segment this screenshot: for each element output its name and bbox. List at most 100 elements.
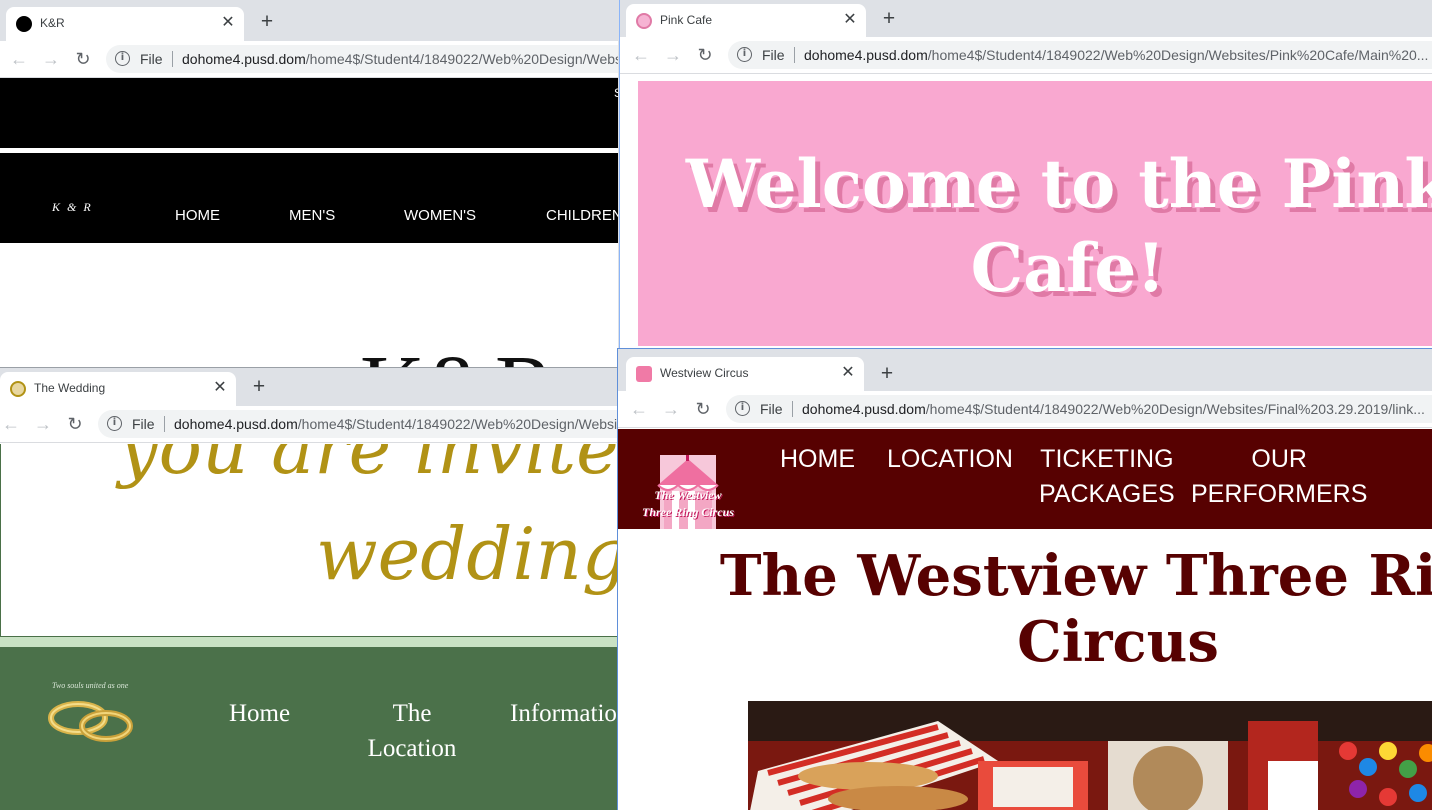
close-icon[interactable]: ✕ xyxy=(838,363,858,383)
info-icon[interactable]: i xyxy=(107,416,122,431)
file-label: File xyxy=(760,401,783,417)
address-bar[interactable]: i File dohome4.pusd.dom/home4$/Student4/… xyxy=(106,45,618,73)
url-path: /home4$/Student4/1849022/Web%20Design/We… xyxy=(927,47,1429,63)
nav-ticketing-line-1: TICKETING xyxy=(1040,445,1174,473)
back-arrow-icon[interactable]: ← xyxy=(0,413,22,435)
close-icon[interactable]: ✕ xyxy=(840,10,860,30)
forward-arrow-icon[interactable]: → xyxy=(662,44,684,66)
forward-arrow-icon[interactable]: → xyxy=(40,48,62,70)
title-line-1: The Westview Three Ring xyxy=(719,543,1432,609)
kr-favicon-icon xyxy=(16,16,32,32)
page-content: The Westview Three Ring Circus HOME LOCA… xyxy=(618,429,1432,810)
nav-mens[interactable]: MEN'S xyxy=(289,207,335,224)
divider xyxy=(794,47,795,63)
headline-line-1: you are invited xyxy=(118,444,618,490)
cupcake-favicon-icon xyxy=(636,13,652,29)
address-bar[interactable]: i File dohome4.pusd.dom/home4$/Student4/… xyxy=(98,410,618,438)
url-host: dohome4.pusd.dom xyxy=(802,401,926,417)
tab-westview-circus[interactable]: Westview Circus ✕ xyxy=(626,357,864,391)
info-icon[interactable]: i xyxy=(737,47,752,62)
tab-title: Pink Cafe xyxy=(660,13,713,27)
tab-strip: The Wedding ✕ + xyxy=(0,368,618,406)
nav-ticketing-packages[interactable]: TICKETING PACKAGES xyxy=(1039,442,1175,512)
nav-location[interactable]: LOCATION xyxy=(887,442,1013,477)
tab-kr[interactable]: K&R ✕ xyxy=(6,7,244,41)
info-icon[interactable]: i xyxy=(115,51,130,66)
nav-home[interactable]: HOME xyxy=(780,442,855,477)
logo-line-1: The Westview xyxy=(654,488,722,502)
forward-arrow-icon[interactable]: → xyxy=(32,413,54,435)
url-path: /home4$/Student4/1849022/Web%20Design/We… xyxy=(305,51,618,67)
circus-food-photo xyxy=(748,701,1432,810)
tab-strip: K&R ✕ + xyxy=(0,0,618,41)
plus-icon[interactable]: + xyxy=(256,11,278,33)
top-banner xyxy=(0,78,618,148)
close-icon[interactable]: ✕ xyxy=(210,378,230,398)
divider xyxy=(172,51,173,67)
divider-band xyxy=(0,637,618,647)
logo-text: The Westview Three Ring Circus xyxy=(636,487,740,521)
url-path: /home4$/Student4/1849022/Web%20Design/We… xyxy=(925,401,1425,417)
tab-title: Westview Circus xyxy=(660,366,749,380)
nav-bar xyxy=(0,153,618,243)
url-path: /home4$/Student4/1849022/Web%20Design/We… xyxy=(297,416,618,432)
file-label: File xyxy=(132,416,155,432)
nav-home[interactable]: Home xyxy=(229,696,290,731)
page-content: you are invited wedding! Two souls unite… xyxy=(0,444,618,810)
hero-line-1: Welcome to the Pink xyxy=(685,145,1432,223)
wedding-browser-window: The Wedding ✕ + ← → ↻ i File dohome4.pus… xyxy=(0,367,618,810)
url-host: dohome4.pusd.dom xyxy=(182,51,306,67)
nav-information[interactable]: Information xyxy=(510,696,618,731)
plus-icon[interactable]: + xyxy=(876,363,898,385)
back-arrow-icon[interactable]: ← xyxy=(8,48,30,70)
tab-strip: Westview Circus ✕ + xyxy=(618,349,1432,391)
title-line-2: Circus xyxy=(1017,609,1219,675)
tent-favicon-icon xyxy=(636,366,652,382)
hero-line-2: Cafe! xyxy=(970,229,1166,307)
forward-arrow-icon[interactable]: → xyxy=(660,398,682,420)
toolbar: ← → ↻ i File dohome4.pusd.dom/home4$/Stu… xyxy=(0,406,618,443)
close-icon[interactable]: ✕ xyxy=(218,13,238,33)
plus-icon[interactable]: + xyxy=(248,376,270,398)
divider xyxy=(164,416,165,432)
nav-performers-line-2: PERFORMERS xyxy=(1191,480,1368,508)
nav-our-performers[interactable]: OUR PERFORMERS xyxy=(1191,442,1367,512)
reload-icon[interactable]: ↻ xyxy=(72,48,94,70)
hero-heading: K&R xyxy=(360,336,555,367)
nav-home[interactable]: HOME xyxy=(175,207,220,224)
page-content: S K & R HOME MEN'S WOMEN'S CHILDREN K&R xyxy=(0,78,618,367)
divider xyxy=(792,401,793,417)
back-arrow-icon[interactable]: ← xyxy=(630,44,652,66)
wedding-rings-logo-icon[interactable] xyxy=(44,692,154,750)
file-label: File xyxy=(762,47,785,63)
reload-icon[interactable]: ↻ xyxy=(692,398,714,420)
reload-icon[interactable]: ↻ xyxy=(64,413,86,435)
plus-icon[interactable]: + xyxy=(878,8,900,30)
info-icon[interactable]: i xyxy=(735,401,750,416)
address-bar[interactable]: i File dohome4.pusd.dom/home4$/Student4/… xyxy=(726,395,1432,423)
url-text: dohome4.pusd.dom/home4$/Student4/1849022… xyxy=(182,51,618,67)
page-content: Welcome to the Pink Cafe! xyxy=(620,74,1432,348)
url-host: dohome4.pusd.dom xyxy=(804,47,928,63)
rings-favicon-icon xyxy=(10,381,26,397)
file-label: File xyxy=(140,51,163,67)
nav-children[interactable]: CHILDREN xyxy=(546,207,618,224)
nav-womens[interactable]: WOMEN'S xyxy=(404,207,476,224)
nav-location[interactable]: The Location xyxy=(366,696,458,766)
page-title: The Westview Three Ring Circus xyxy=(668,543,1432,675)
logo-line-2: Three Ring Circus xyxy=(641,505,734,519)
nav-ticketing-line-2: PACKAGES xyxy=(1039,480,1175,508)
back-arrow-icon[interactable]: ← xyxy=(628,398,650,420)
reload-icon[interactable]: ↻ xyxy=(694,44,716,66)
site-logo[interactable]: K & R xyxy=(52,200,93,215)
logo-tagline: Two souls united as one xyxy=(52,681,129,690)
toolbar: ← → ↻ i File dohome4.pusd.dom/home4$/Stu… xyxy=(618,391,1432,428)
url-text: dohome4.pusd.dom/home4$/Student4/1849022… xyxy=(802,401,1425,417)
tab-wedding[interactable]: The Wedding ✕ xyxy=(0,372,236,406)
url-text: dohome4.pusd.dom/home4$/Student4/1849022… xyxy=(174,416,618,432)
tab-strip: Pink Cafe ✕ + xyxy=(620,0,1432,38)
address-bar[interactable]: i File dohome4.pusd.dom/home4$/Student4/… xyxy=(728,41,1432,69)
circus-browser-window: Westview Circus ✕ + ← → ↻ i File dohome4… xyxy=(617,348,1432,810)
toolbar: ← → ↻ i File dohome4.pusd.dom/home4$/Stu… xyxy=(620,37,1432,74)
tab-pink-cafe[interactable]: Pink Cafe ✕ xyxy=(626,4,866,38)
